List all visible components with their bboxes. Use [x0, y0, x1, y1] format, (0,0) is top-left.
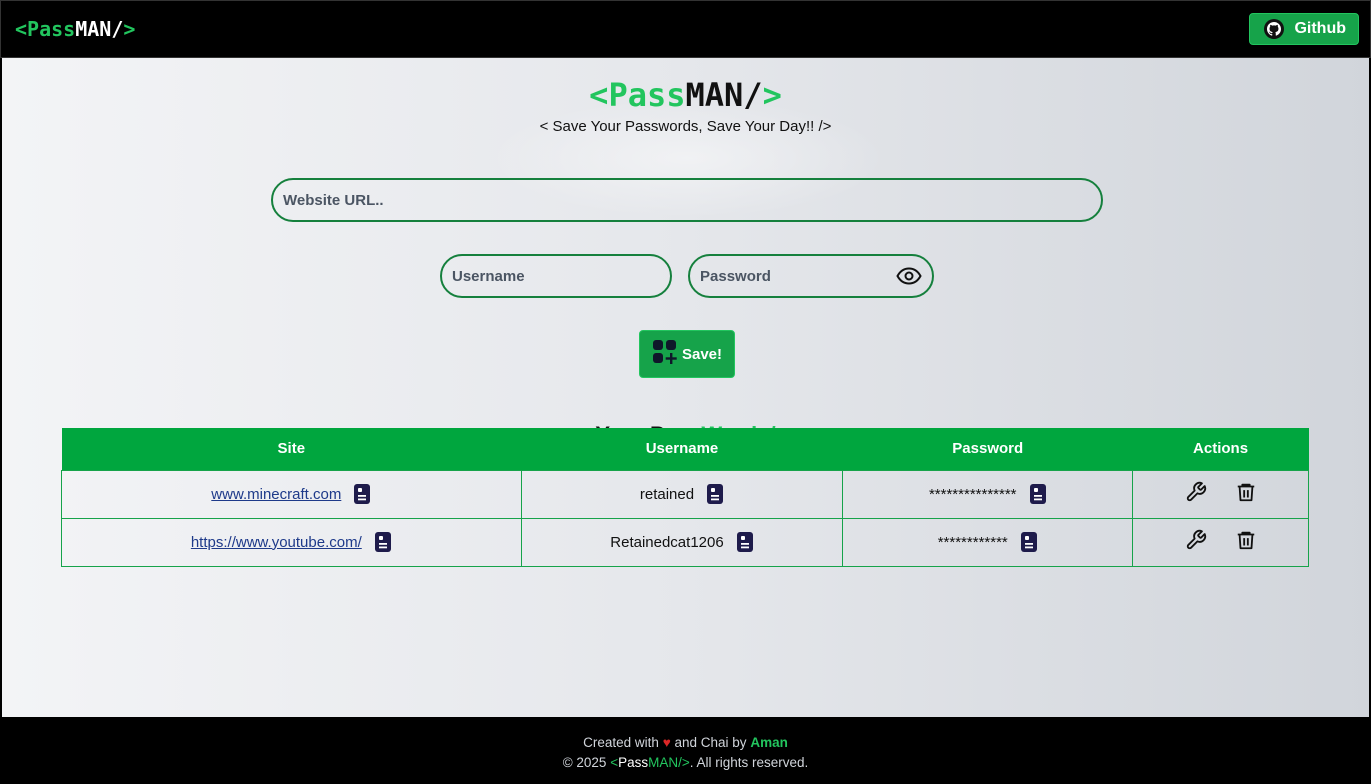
header-actions: Actions: [1132, 428, 1309, 470]
footer-credit: Created with ♥ and Chai by Aman: [0, 735, 1371, 750]
github-button[interactable]: Github: [1249, 13, 1359, 45]
passwords-table: Site Username Password Actions www.minec…: [61, 428, 1309, 567]
footer: Created with ♥ and Chai by Aman © 2025 <…: [0, 717, 1371, 784]
username-value: Retainedcat1206: [610, 533, 724, 551]
header-username: Username: [521, 428, 843, 470]
navbar: <PassMAN/>/> Github: [0, 0, 1371, 58]
table-header-row: Site Username Password Actions: [61, 428, 1309, 470]
github-label: Github: [1294, 20, 1346, 37]
header-password: Password: [842, 428, 1133, 470]
hero-title-close: >: [762, 76, 782, 114]
table-row: https://www.youtube.com/ Retainedcat1206…: [61, 517, 1309, 567]
site-cell: www.minecraft.com: [61, 469, 522, 519]
footer-brand-man: MAN/>: [648, 755, 690, 770]
copy-icon[interactable]: [736, 531, 754, 553]
username-cell: Retainedcat1206: [520, 517, 844, 567]
hero-title-pass: Pass: [608, 76, 686, 114]
actions-cell: [1132, 517, 1309, 567]
copy-icon[interactable]: [1029, 483, 1047, 505]
copy-icon[interactable]: [353, 483, 371, 505]
logo-gt: >: [123, 17, 136, 41]
password-field: [688, 254, 934, 298]
actions-cell: [1132, 469, 1309, 519]
delete-trash-icon[interactable]: [1235, 529, 1257, 551]
password-value: ************: [937, 533, 1008, 551]
footer-created-suffix: and Chai by: [674, 735, 747, 750]
header-site: Site: [61, 428, 522, 470]
logo-pass: Pass: [27, 17, 76, 41]
password-value: ***************: [928, 485, 1017, 503]
website-url-input[interactable]: [271, 178, 1103, 222]
hero-title-open: <: [589, 76, 609, 114]
hero-title: <PassMAN/>: [2, 76, 1369, 114]
navbar-logo[interactable]: <PassMAN/>/>: [15, 17, 135, 41]
show-password-eye-icon[interactable]: [896, 264, 922, 288]
logo-slash: /: [111, 17, 124, 41]
delete-trash-icon[interactable]: [1235, 481, 1257, 503]
footer-copyright: © 2025 <PassMAN/>. All rights reserved.: [0, 755, 1371, 770]
password-cell: ***************: [842, 469, 1134, 519]
site-link[interactable]: www.minecraft.com: [211, 486, 341, 503]
username-input[interactable]: [440, 254, 672, 298]
password-cell: ************: [842, 517, 1134, 567]
footer-rights: . All rights reserved.: [689, 755, 809, 770]
footer-copyright-year: © 2025: [562, 755, 607, 770]
username-value: retained: [639, 485, 695, 503]
footer-created-prefix: Created with: [583, 735, 659, 750]
footer-author: Aman: [750, 735, 788, 750]
edit-wrench-icon[interactable]: [1185, 529, 1207, 551]
site-cell: https://www.youtube.com/: [61, 517, 522, 567]
edit-wrench-icon[interactable]: [1185, 481, 1207, 503]
hero-title-man: MAN/: [685, 76, 763, 114]
footer-brand-open: <: [610, 755, 619, 770]
logo-man: MAN: [75, 17, 112, 41]
copy-icon[interactable]: [374, 531, 392, 553]
copy-icon[interactable]: [1020, 531, 1038, 553]
hero-tagline: < Save Your Passwords, Save Your Day!! /…: [539, 118, 832, 135]
save-label: Save!: [681, 345, 723, 363]
main-content: <PassMAN/> < Save Your Passwords, Save Y…: [2, 58, 1369, 717]
table-row: www.minecraft.com retained *************…: [61, 469, 1309, 519]
add-grid-icon: [652, 339, 678, 369]
copy-icon[interactable]: [706, 483, 724, 505]
github-icon: [1264, 19, 1285, 39]
logo-bracket-open: <: [15, 17, 28, 41]
heart-icon: ♥: [662, 735, 671, 750]
username-cell: retained: [520, 469, 844, 519]
site-link[interactable]: https://www.youtube.com/: [191, 534, 362, 551]
save-button[interactable]: Save!: [639, 330, 735, 378]
footer-brand-pass: Pass: [618, 755, 649, 770]
